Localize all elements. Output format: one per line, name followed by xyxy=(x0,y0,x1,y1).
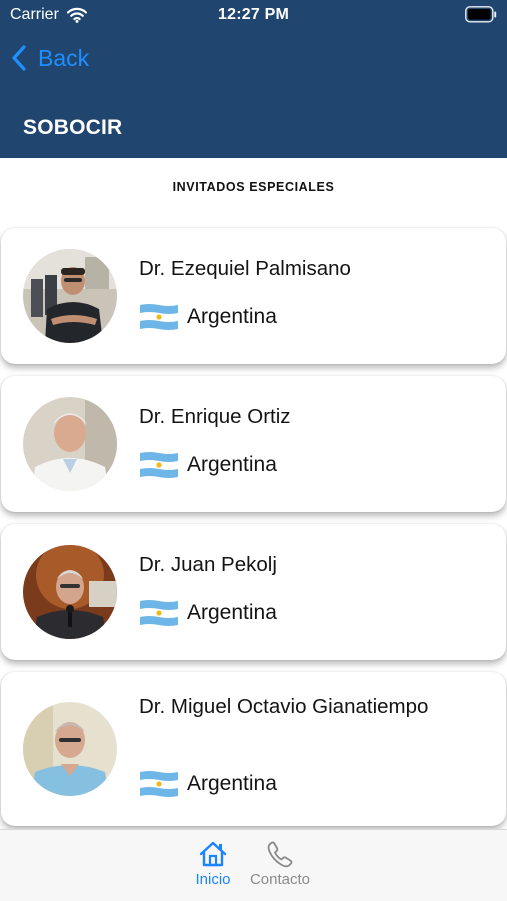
tab-contacto[interactable]: Contacto xyxy=(240,840,320,892)
guest-card[interactable]: Dr. Enrique Ortiz Argentina xyxy=(1,376,506,512)
guest-avatar xyxy=(23,702,117,796)
guest-card[interactable]: Dr. Miguel Octavio Gianatiempo Argentina xyxy=(1,672,506,826)
guest-country: Argentina xyxy=(139,598,277,628)
guest-card[interactable]: Dr. Ezequiel Palmisano Argentina xyxy=(1,228,506,364)
guest-avatar xyxy=(23,249,117,343)
guest-country-label: Argentina xyxy=(187,601,277,624)
guest-name: Dr. Juan Pekolj xyxy=(139,553,277,576)
back-label: Back xyxy=(38,44,90,71)
guest-name: Dr. Ezequiel Palmisano xyxy=(139,257,351,280)
guest-country-label: Argentina xyxy=(187,305,277,328)
tab-bar: Inicio Contacto xyxy=(0,829,507,901)
tab-contacto-label: Contacto xyxy=(249,871,311,888)
guest-country: Argentina xyxy=(139,769,277,799)
guest-card[interactable]: Dr. Juan Pekolj Argentina xyxy=(1,524,506,660)
guest-country: Argentina xyxy=(139,302,277,332)
battery-icon xyxy=(465,6,497,23)
guest-avatar xyxy=(23,545,117,639)
argentina-flag-icon xyxy=(140,304,178,330)
argentina-flag-icon xyxy=(140,452,178,478)
guest-country-label: Argentina xyxy=(187,453,277,476)
home-icon xyxy=(199,841,227,867)
guest-country-label: Argentina xyxy=(187,772,277,795)
guest-name: Dr. Miguel Octavio Gianatiempo xyxy=(139,695,429,718)
section-title: INVITADOS ESPECIALES xyxy=(172,180,335,194)
back-button[interactable]: Back xyxy=(10,40,89,76)
navigation-header: Carrier 12:27 PM Back SOBOCIR xyxy=(0,0,507,158)
argentina-flag-icon xyxy=(140,600,178,626)
phone-icon xyxy=(267,841,293,868)
argentina-flag-icon xyxy=(140,771,178,797)
status-bar: Carrier 12:27 PM xyxy=(0,0,507,32)
chevron-left-icon xyxy=(12,45,26,71)
status-time: 12:27 PM xyxy=(218,6,289,23)
guest-avatar xyxy=(23,397,117,491)
page-title: SOBOCIR xyxy=(23,116,123,139)
guest-country: Argentina xyxy=(139,450,277,480)
guest-name: Dr. Enrique Ortiz xyxy=(139,405,291,428)
